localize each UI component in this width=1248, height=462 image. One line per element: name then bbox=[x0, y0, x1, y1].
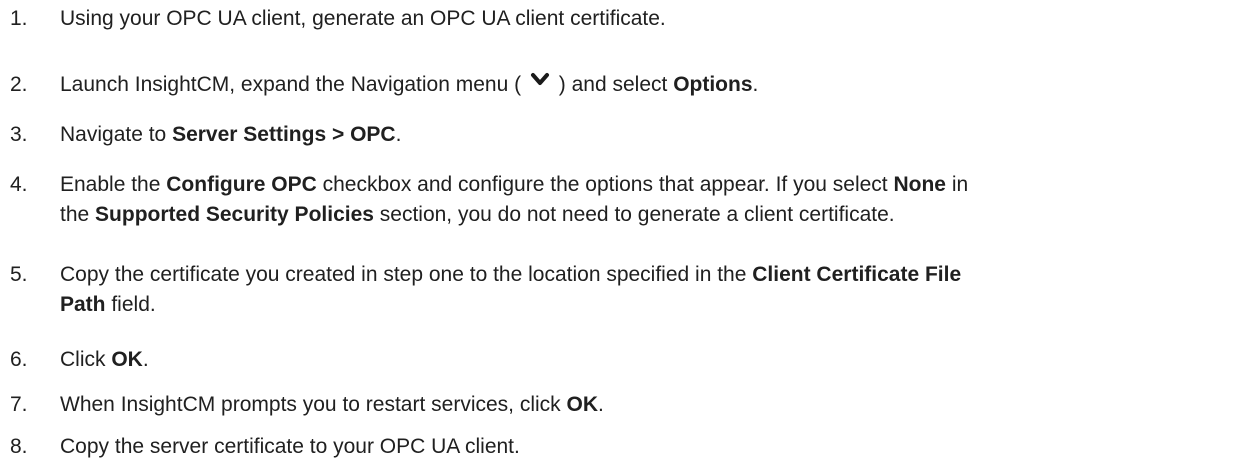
text-segment: section, you do not need to generate a c… bbox=[373, 203, 895, 226]
step-number: 4. bbox=[10, 173, 28, 196]
ui-term: Supported Security Policies bbox=[95, 203, 374, 226]
step-text: Copy the server certificate to your OPC … bbox=[60, 432, 1240, 462]
text-segment: . bbox=[395, 123, 402, 146]
text-segment: . bbox=[142, 348, 149, 371]
ui-term: Configure OPC bbox=[166, 173, 317, 196]
step-text: Copy the certificate you created in step… bbox=[60, 260, 1240, 320]
text-segment: ) and select bbox=[552, 73, 674, 96]
text-segment: Navigate to bbox=[60, 123, 173, 146]
step-number: 8. bbox=[10, 435, 28, 458]
step-number: 7. bbox=[10, 393, 28, 416]
step-text: When InsightCM prompts you to restart se… bbox=[60, 390, 1240, 420]
text-segment: the bbox=[60, 203, 96, 226]
text-segment: . bbox=[598, 393, 604, 416]
ui-term: Server Settings > OPC bbox=[172, 123, 396, 146]
ui-term: Path bbox=[60, 293, 106, 316]
text-segment: Click bbox=[60, 348, 112, 371]
step-number: 6. bbox=[10, 348, 28, 371]
step-text: Enable the Configure OPC checkbox and co… bbox=[60, 170, 1240, 230]
step-text-line: Copy the server certificate to your OPC … bbox=[60, 432, 1240, 462]
step-text-line: Using your OPC UA client, generate an OP… bbox=[60, 4, 1240, 34]
step-number: 5. bbox=[10, 263, 28, 286]
step-text: Click OK. bbox=[60, 345, 1240, 375]
chevron-down-icon bbox=[529, 71, 551, 93]
step-text-line: Path field. bbox=[60, 290, 1240, 320]
text-segment: Copy the certificate you created in step… bbox=[60, 263, 753, 286]
step-text: Launch InsightCM, expand the Navigation … bbox=[60, 70, 1240, 100]
step-text: Using your OPC UA client, generate an OP… bbox=[60, 4, 1240, 34]
step-text-line: Click OK. bbox=[60, 345, 1240, 375]
text-segment: checkbox and configure the options that … bbox=[316, 173, 894, 196]
step-text-line: When InsightCM prompts you to restart se… bbox=[60, 390, 1240, 420]
step-text-line: Launch InsightCM, expand the Navigation … bbox=[60, 70, 1240, 100]
step-text-line: the Supported Security Policies section,… bbox=[60, 200, 1240, 230]
text-segment: . bbox=[752, 73, 759, 96]
ui-term: Client Certificate File bbox=[752, 263, 962, 286]
step-number: 2. bbox=[10, 73, 28, 96]
step-number: 3. bbox=[10, 123, 28, 146]
step-text: Navigate to Server Settings > OPC. bbox=[60, 120, 1240, 150]
text-segment: in bbox=[945, 173, 969, 196]
text-segment: Using your OPC UA client, generate an OP… bbox=[60, 7, 666, 30]
step-text-line: Navigate to Server Settings > OPC. bbox=[60, 120, 1240, 150]
ui-term: OK bbox=[566, 393, 599, 416]
step-text-line: Enable the Configure OPC checkbox and co… bbox=[60, 170, 1240, 200]
ui-term: Options bbox=[673, 73, 753, 96]
step-text-line: Copy the certificate you created in step… bbox=[60, 260, 1240, 290]
ui-term: None bbox=[893, 173, 946, 196]
text-segment: When InsightCM prompts you to restart se… bbox=[60, 393, 567, 416]
step-number: 1. bbox=[10, 7, 28, 30]
ui-term: OK bbox=[111, 348, 143, 371]
text-segment: Enable the bbox=[60, 173, 167, 196]
text-segment: field. bbox=[105, 293, 156, 316]
text-segment: Copy the server certificate to your OPC … bbox=[60, 435, 520, 458]
text-segment: Launch InsightCM, expand the Navigation … bbox=[60, 73, 527, 96]
